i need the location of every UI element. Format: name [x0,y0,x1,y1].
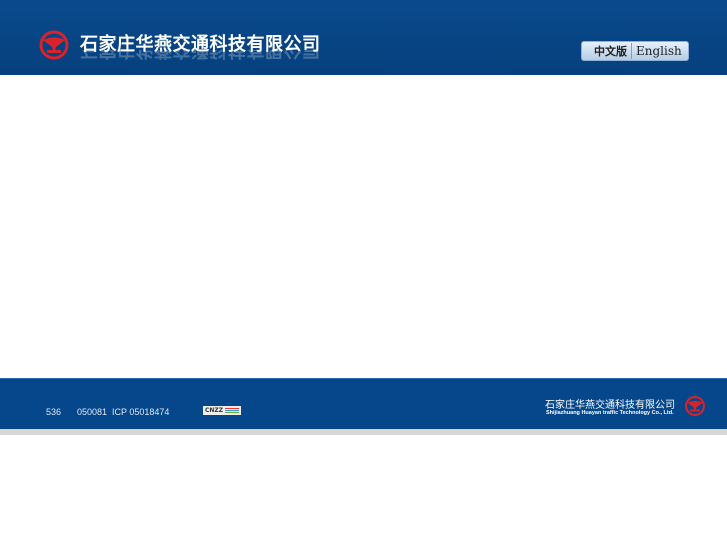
cnzz-label: CNZZ [205,407,224,414]
bottom-divider [0,429,727,435]
company-logo-icon [39,30,69,60]
company-title-reflection: 石家庄华燕交通科技有限公司 [80,50,321,64]
chinese-version-link[interactable]: 中文版 [582,43,632,59]
cnzz-badge[interactable]: CNZZ [203,406,241,415]
footer: 536 050081 ICP 05018474 CNZZ 石家庄华燕交通科技有限… [0,378,727,429]
footer-icp[interactable]: 050081 ICP 05018474 [77,407,169,417]
footer-company-name-en: Shijiazhuang Huayan traffic Technology C… [546,410,674,416]
header: 石家庄华燕交通科技有限公司 石家庄华燕交通科技有限公司 中文版 English [0,0,727,75]
footer-number: 536 [46,407,62,417]
footer-logo-icon [685,396,705,416]
language-switcher: 中文版 English [581,41,689,61]
english-version-link[interactable]: English [632,44,682,58]
footer-company-name: 石家庄华燕交通科技有限公司 [545,400,675,411]
